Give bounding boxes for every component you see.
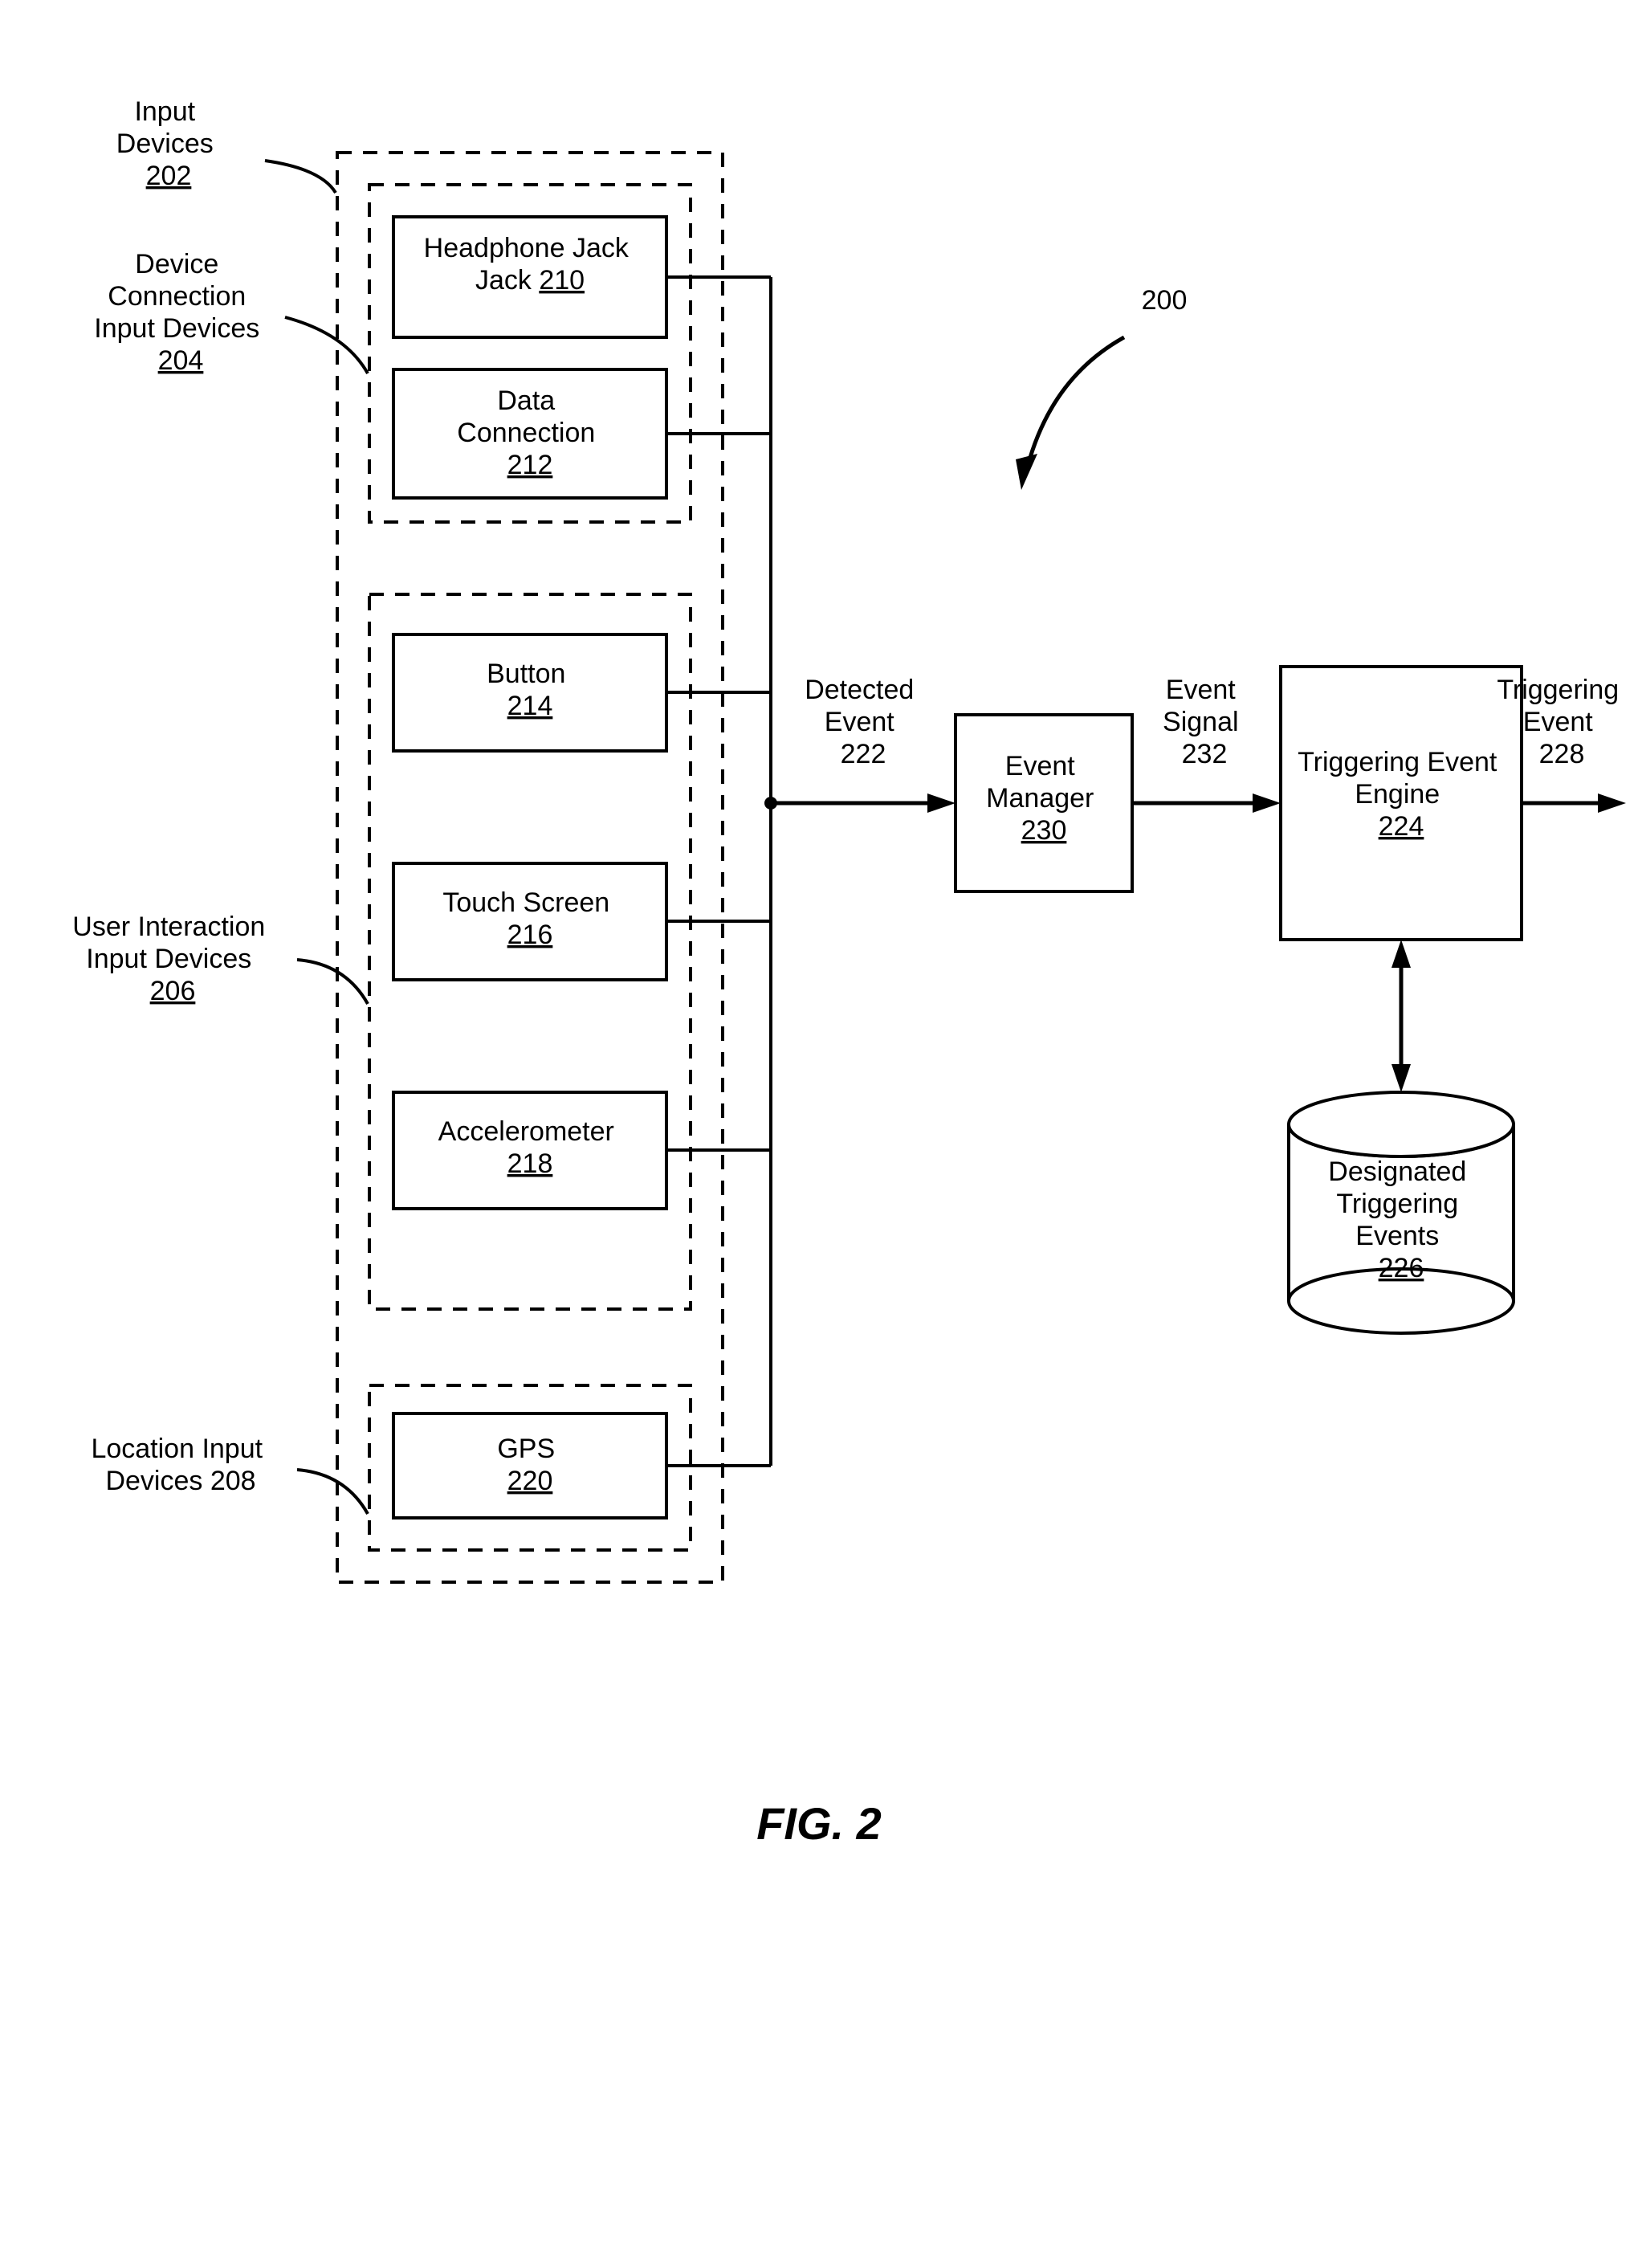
location-input-label: Location Input Devices 208 <box>91 1434 270 1496</box>
user-interaction-label: User Interaction Input Devices 206 <box>72 912 272 1006</box>
figure-number: 200 <box>1142 285 1188 316</box>
input-devices-connector <box>265 161 336 193</box>
designated-triggering-events-label: Designated Triggering Events 226 <box>1328 1156 1473 1283</box>
detected-event-label: Detected Event 222 <box>805 675 922 769</box>
event-signal-label: Event Signal 232 <box>1163 675 1246 769</box>
figure-number-pointer <box>1028 337 1124 466</box>
user-interaction-connector <box>297 960 368 1004</box>
device-connection-label: Device Connection Input Devices 204 <box>94 249 267 376</box>
input-devices-label: Input Devices 202 <box>116 96 221 191</box>
location-input-connector <box>297 1470 368 1514</box>
diagram-canvas: Headphone Jack Jack 210 Data Connection … <box>0 0 1638 2268</box>
figure-caption: FIG. 2 <box>756 1798 882 1849</box>
device-connection-connector <box>285 317 368 373</box>
